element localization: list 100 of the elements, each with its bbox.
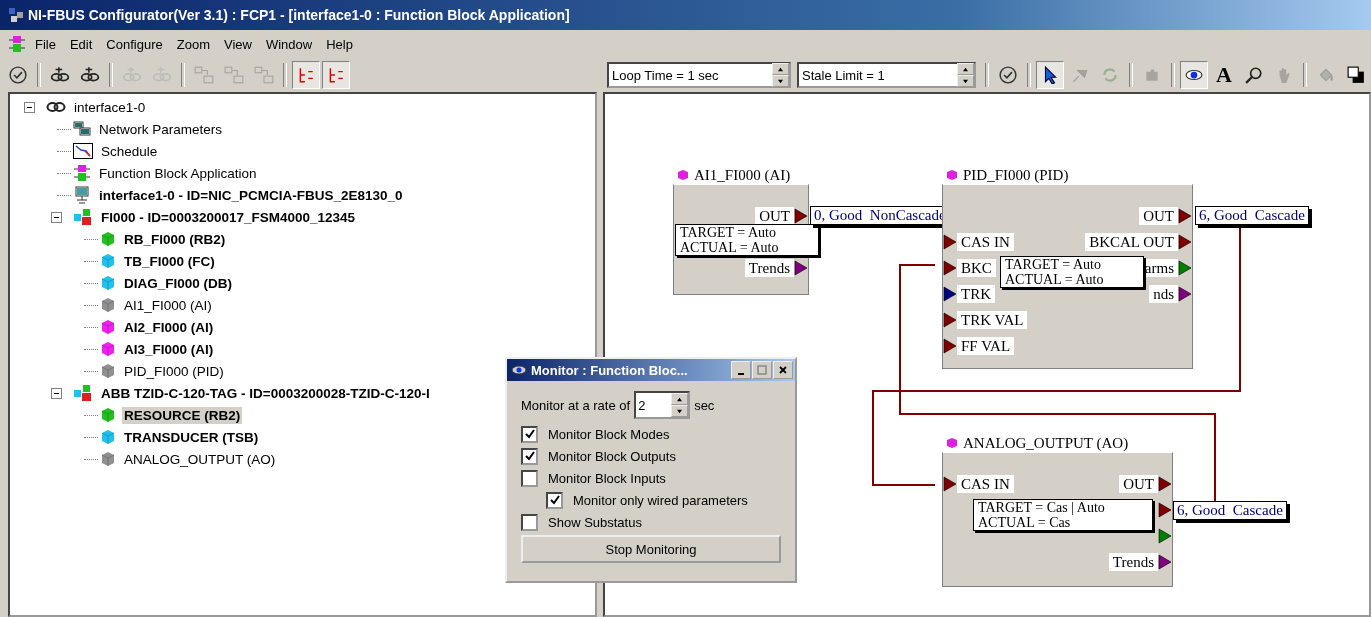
port-label: TRK VAL xyxy=(957,311,1028,329)
port-label: OUT xyxy=(1139,207,1178,225)
port-label: FF VAL xyxy=(957,337,1015,355)
checkbox[interactable] xyxy=(521,425,538,443)
collapse-toggle[interactable] xyxy=(51,211,62,223)
tree-layout-icon xyxy=(297,66,315,84)
eye-icon xyxy=(511,364,527,376)
port-arrow-icon[interactable] xyxy=(1178,234,1192,250)
port-arrow-icon[interactable] xyxy=(943,312,957,328)
port-label: OUT xyxy=(755,207,794,225)
down-arrow-icon xyxy=(676,408,684,414)
checkbox-label: Monitor Block Modes xyxy=(548,426,670,442)
tree-item[interactable]: Schedule xyxy=(99,142,160,160)
close-icon xyxy=(778,365,788,375)
maximize-icon xyxy=(757,365,767,375)
chart-window-icon xyxy=(73,143,93,159)
toolbar-button[interactable]: A xyxy=(1210,61,1238,89)
port-arrow-icon[interactable] xyxy=(1158,528,1172,544)
mode-tooltip: TARGET = Auto ACTUAL = Auto xyxy=(675,224,819,256)
tree-item[interactable]: AI1_FI000 (AI) xyxy=(122,296,214,314)
checkmark-icon xyxy=(524,429,535,439)
checkbox[interactable] xyxy=(546,491,563,509)
port-label: CAS IN xyxy=(957,233,1014,251)
chain-icon xyxy=(50,66,70,84)
tree-item[interactable]: FI000 - ID=0003200017_FSM4000_12345 xyxy=(99,208,358,226)
port-label: Trends xyxy=(1108,553,1158,571)
chain-icon xyxy=(80,66,100,84)
port-arrow-icon[interactable] xyxy=(1158,476,1172,492)
port-arrow-icon[interactable] xyxy=(943,234,957,250)
tree-item[interactable]: AI3_FI000 (AI) xyxy=(122,340,216,358)
boxes-icon xyxy=(254,66,274,84)
checkbox[interactable] xyxy=(521,513,538,531)
loop-time-field[interactable]: Loop Time = 1 sec xyxy=(607,62,791,88)
boxes-icon xyxy=(224,66,244,84)
menu-item[interactable]: Configure xyxy=(101,34,168,54)
tree-item[interactable]: AI2_FI000 (AI) xyxy=(122,318,216,336)
menu-item[interactable]: Edit xyxy=(64,34,98,54)
computer-icon xyxy=(73,186,91,204)
computers-icon xyxy=(73,120,91,138)
tree-item[interactable]: Function Block Application xyxy=(97,164,259,182)
port-label: BKCAL OUT xyxy=(1085,233,1178,251)
check-icon xyxy=(999,66,1017,84)
block-title: ANALOG_OUTPUT (AO) xyxy=(963,434,1129,452)
output-value-label: 6, Good Cascade xyxy=(1173,501,1287,520)
paint-bucket-icon xyxy=(1317,66,1335,84)
checkbox-label: Monitor Block Inputs xyxy=(548,470,666,486)
menu-item[interactable]: File xyxy=(30,34,61,54)
tree-item[interactable]: PID_FI000 (PID) xyxy=(122,362,226,380)
window-title: NI-FBUS Configurator(Ver 3.1) : FCP1 - [interface1-0 : Function Block Application] xyxy=(28,7,570,23)
tree-item[interactable]: TRANSDUCER (TSB) xyxy=(122,428,261,446)
rate-field[interactable]: 2 xyxy=(634,391,691,419)
puzzle-icon xyxy=(1143,66,1161,84)
port-arrow-icon[interactable] xyxy=(1158,554,1172,570)
toolbar-button[interactable] xyxy=(1036,61,1064,89)
tree-item[interactable]: ANALOG_OUTPUT (AO) xyxy=(122,450,278,468)
port-label: nds xyxy=(1149,285,1178,303)
collapse-toggle[interactable] xyxy=(51,387,62,399)
menu-item[interactable]: Window xyxy=(260,34,318,54)
tree-item[interactable]: DIAG_FI000 (DB) xyxy=(122,274,235,292)
port-arrow-icon[interactable] xyxy=(943,286,957,302)
port-arrow-icon[interactable] xyxy=(1158,502,1172,518)
down-arrow-icon xyxy=(962,78,969,84)
port-arrow-icon[interactable] xyxy=(794,208,808,224)
port-arrow-icon[interactable] xyxy=(794,260,808,276)
check-icon xyxy=(9,66,27,84)
stop-monitoring-button[interactable]: Stop Monitoring xyxy=(521,535,781,563)
port-arrow-icon[interactable] xyxy=(1178,260,1192,276)
tree-item[interactable]: TB_FI000 (FC) xyxy=(122,252,217,270)
tree-item[interactable]: Network Parameters xyxy=(97,120,225,138)
toolbar-button[interactable] xyxy=(1180,61,1208,89)
port-arrow-icon[interactable] xyxy=(943,476,957,492)
port-arrow-icon[interactable] xyxy=(943,260,957,276)
menu-item[interactable]: Help xyxy=(321,34,358,54)
up-arrow-icon xyxy=(676,396,684,402)
checkbox[interactable] xyxy=(521,469,538,487)
stale-limit-field[interactable]: Stale Limit = 1 xyxy=(797,62,976,88)
tree-item[interactable]: interface1-0 - ID=NIC_PCMCIA-FBUS_2E8130_0 xyxy=(97,186,405,204)
tree-item[interactable]: interface1-0 xyxy=(72,98,148,116)
unit-label: sec xyxy=(694,397,715,413)
port-label: CAS IN xyxy=(957,475,1014,493)
collapse-toggle[interactable] xyxy=(24,101,35,113)
minimize-button[interactable] xyxy=(731,361,751,379)
tree-layout-icon xyxy=(327,66,345,84)
tree-item[interactable]: RESOURCE (RB2) xyxy=(122,406,243,424)
rate-label: Monitor at a rate of xyxy=(521,397,631,413)
port-arrow-icon[interactable] xyxy=(1178,286,1192,302)
cubes-icon xyxy=(73,208,93,226)
tree-item[interactable]: ABB TZID-C-120-TAG - ID=0003200028-TZID-C-120-I xyxy=(99,384,432,402)
menu-item[interactable]: Zoom xyxy=(171,34,215,54)
up-arrow-icon xyxy=(777,66,784,72)
close-button[interactable] xyxy=(773,361,793,379)
checkbox[interactable] xyxy=(521,447,538,465)
output-value-label: 6, Good Cascade xyxy=(1195,206,1309,225)
menu-item[interactable]: View xyxy=(218,34,257,54)
port-arrow-icon[interactable] xyxy=(943,338,957,354)
port-label: TRK xyxy=(957,285,995,303)
block-title: AI1_FI000 (AI) xyxy=(694,166,791,184)
refresh-icon xyxy=(1101,66,1119,84)
tree-item[interactable]: RB_FI000 (RB2) xyxy=(122,230,228,248)
port-arrow-icon[interactable] xyxy=(1178,208,1192,224)
